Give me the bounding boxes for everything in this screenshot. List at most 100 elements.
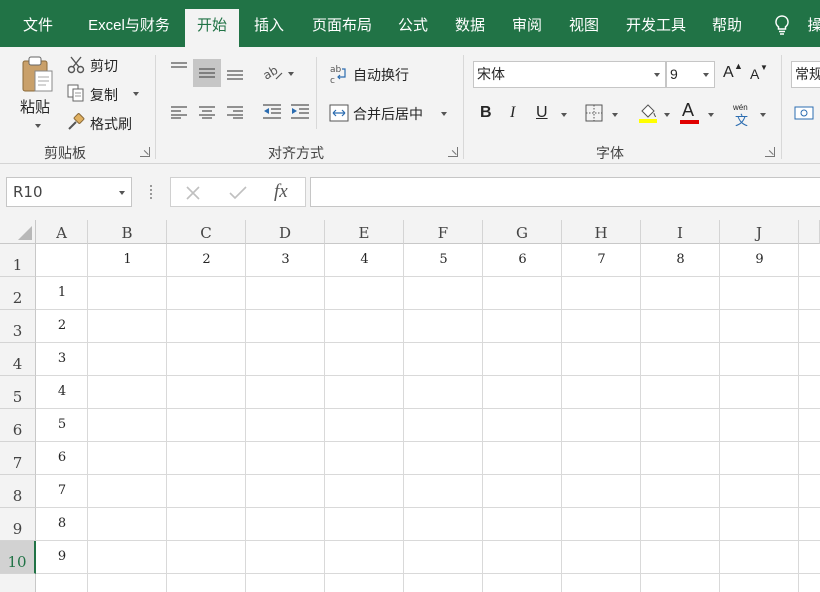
shrink-font-button[interactable]: A ▼	[750, 63, 768, 82]
cell-a4[interactable]: 3	[36, 351, 88, 366]
cancel-entry-icon[interactable]	[185, 185, 201, 204]
font-color-dropdown-caret[interactable]	[708, 113, 714, 117]
phonetic-guide-button[interactable]: 文	[735, 110, 748, 129]
copy-dropdown-caret[interactable]	[133, 92, 139, 96]
column-header-f[interactable]: F	[404, 220, 483, 244]
align-bottom-icon[interactable]	[226, 63, 244, 84]
cell-a3[interactable]: 2	[36, 318, 88, 333]
alignment-dialog-launcher[interactable]	[448, 147, 458, 157]
column-header-a[interactable]: A	[36, 220, 88, 244]
cell-a6[interactable]: 5	[36, 417, 88, 432]
align-center-icon[interactable]	[198, 105, 216, 122]
cell-j1[interactable]: 9	[720, 252, 799, 267]
tab-excel-finance[interactable]: Excel与财务	[80, 0, 178, 47]
italic-button[interactable]: I	[510, 104, 515, 122]
font-color-button[interactable]: A	[682, 100, 694, 121]
font-name-combo[interactable]: 宋体	[473, 61, 666, 88]
row-header-10[interactable]: 10	[0, 541, 36, 574]
clipboard-dialog-launcher[interactable]	[140, 147, 150, 157]
worksheet-grid[interactable]: A B C D E F G H I J 1 2 3 4 5 6 7 8 9 10 1 2 3 4 5 6 7 8 9 1 2 3 4 5 6 7 8 9	[0, 220, 820, 592]
tab-page-layout[interactable]: 页面布局	[304, 0, 380, 47]
column-header-e[interactable]: E	[325, 220, 404, 244]
paste-dropdown-caret[interactable]	[35, 124, 41, 128]
copy-button[interactable]: 复制	[90, 85, 118, 105]
fill-color-icon[interactable]	[638, 101, 658, 126]
column-header-b[interactable]: B	[88, 220, 167, 244]
number-format-combo[interactable]: 常规	[791, 61, 820, 88]
cut-button[interactable]: 剪切	[90, 56, 118, 76]
underline-button[interactable]: U	[536, 104, 548, 122]
column-header-g[interactable]: G	[483, 220, 562, 244]
align-middle-icon[interactable]	[193, 59, 221, 87]
cell-f1[interactable]: 5	[404, 252, 483, 267]
row-header-9[interactable]: 9	[0, 508, 36, 541]
underline-dropdown-caret[interactable]	[561, 113, 567, 117]
cut-icon[interactable]	[67, 56, 85, 77]
cell-a5[interactable]: 4	[36, 384, 88, 399]
paste-icon[interactable]	[20, 55, 54, 96]
select-all-corner[interactable]	[0, 220, 36, 244]
column-header-partial[interactable]	[799, 220, 820, 244]
cell-e1[interactable]: 4	[325, 252, 404, 267]
phonetic-dropdown-caret[interactable]	[760, 113, 766, 117]
wrap-text-icon[interactable]: ab c	[330, 64, 348, 87]
format-painter-icon[interactable]	[67, 113, 85, 134]
column-header-j[interactable]: J	[720, 220, 799, 244]
row-header-5[interactable]: 5	[0, 376, 36, 409]
bold-button[interactable]: B	[480, 104, 492, 122]
cell-a8[interactable]: 7	[36, 483, 88, 498]
row-header-1[interactable]: 1	[0, 244, 36, 277]
decrease-indent-icon[interactable]	[262, 104, 282, 123]
format-painter-button[interactable]: 格式刷	[90, 114, 132, 134]
copy-icon[interactable]	[67, 84, 85, 105]
cell-i1[interactable]: 8	[641, 252, 720, 267]
currency-format-icon[interactable]	[794, 104, 816, 125]
cell-b1[interactable]: 1	[88, 252, 167, 267]
column-header-h[interactable]: H	[562, 220, 641, 244]
column-header-d[interactable]: D	[246, 220, 325, 244]
column-header-i[interactable]: I	[641, 220, 720, 244]
row-header-2[interactable]: 2	[0, 277, 36, 310]
paste-button[interactable]: 粘贴	[20, 96, 50, 117]
merge-center-button[interactable]: 合并后居中	[353, 104, 423, 124]
insert-function-button[interactable]: fx	[274, 181, 288, 203]
merge-center-icon[interactable]	[329, 104, 349, 125]
formula-bar-grip[interactable]	[150, 185, 152, 199]
fill-color-dropdown-caret[interactable]	[664, 113, 670, 117]
row-header-3[interactable]: 3	[0, 310, 36, 343]
cell-h1[interactable]: 7	[562, 252, 641, 267]
font-dialog-launcher[interactable]	[765, 147, 775, 157]
align-right-icon[interactable]	[226, 105, 244, 122]
tab-insert[interactable]: 插入	[246, 0, 292, 47]
cell-a9[interactable]: 8	[36, 516, 88, 531]
merge-dropdown-caret[interactable]	[441, 112, 447, 116]
orientation-dropdown-caret[interactable]	[288, 72, 294, 76]
tab-review[interactable]: 审阅	[504, 0, 550, 47]
row-header-6[interactable]: 6	[0, 409, 36, 442]
tab-formulas[interactable]: 公式	[390, 0, 436, 47]
tab-developer[interactable]: 开发工具	[620, 0, 692, 47]
row-header-8[interactable]: 8	[0, 475, 36, 508]
cell-a7[interactable]: 6	[36, 450, 88, 465]
increase-indent-icon[interactable]	[290, 104, 310, 123]
cell-a2[interactable]: 1	[36, 285, 88, 300]
align-left-icon[interactable]	[170, 105, 188, 122]
name-box-dropdown-caret[interactable]	[119, 191, 125, 195]
cell-d1[interactable]: 3	[246, 252, 325, 267]
tell-me-search[interactable]: 操	[800, 0, 820, 47]
row-header-partial[interactable]	[0, 574, 36, 592]
formula-input[interactable]	[310, 177, 820, 207]
column-header-c[interactable]: C	[167, 220, 246, 244]
tab-home[interactable]: 开始	[185, 9, 239, 47]
orientation-icon[interactable]: ab	[260, 63, 284, 86]
tab-data[interactable]: 数据	[447, 0, 493, 47]
name-box[interactable]: R10	[6, 177, 132, 207]
font-name-dropdown-caret[interactable]	[654, 73, 660, 77]
tab-help[interactable]: 帮助	[704, 0, 750, 47]
grow-font-button[interactable]: A ▲	[723, 61, 743, 82]
confirm-entry-icon[interactable]	[229, 185, 247, 204]
row-header-7[interactable]: 7	[0, 442, 36, 475]
cell-a10[interactable]: 9	[36, 549, 88, 564]
align-top-icon[interactable]	[170, 61, 188, 78]
font-size-combo[interactable]: 9	[666, 61, 715, 88]
